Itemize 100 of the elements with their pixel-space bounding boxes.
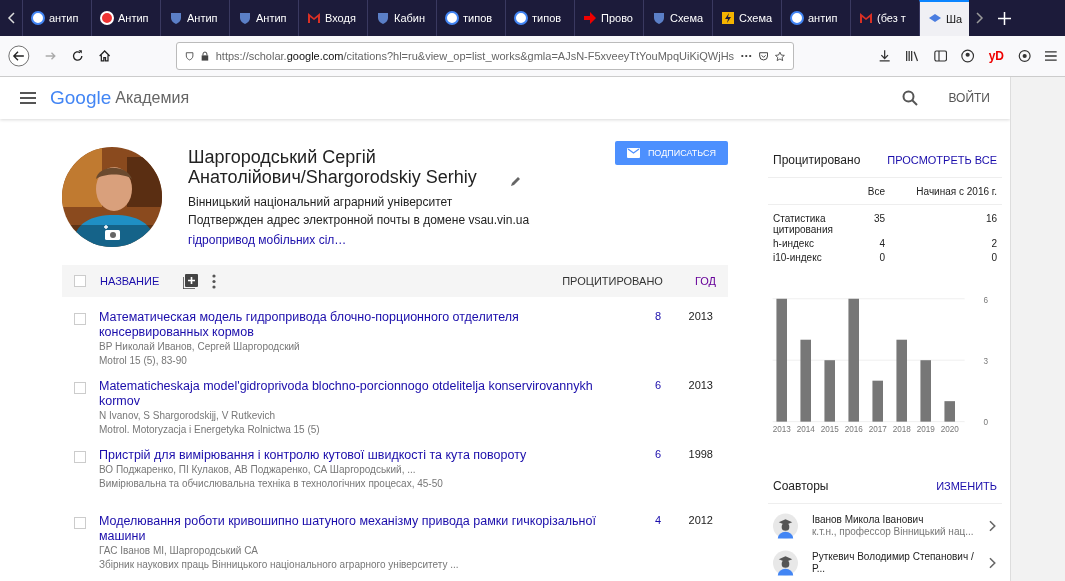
avatar-icon [773, 549, 798, 576]
article-year: 1998 [687, 448, 713, 462]
coauthor-item[interactable]: Руткевич Володимир Степанович / Р... [768, 541, 1002, 578]
chart-bar [920, 360, 931, 422]
tab-title: Антип [118, 12, 149, 24]
title-sort-link[interactable]: НАЗВАНИЕ [100, 275, 160, 287]
affiliation-text: Вінницький національний аграрний університет [188, 195, 454, 209]
article-venue: Збірник наукових праць Вінницького національного аграрного університету ... [99, 558, 460, 572]
cited-sort-link[interactable]: ПРОЦИТИРОВАНО [562, 275, 663, 287]
menu-icon[interactable] [20, 92, 36, 104]
cited-count-link[interactable]: 6 [609, 379, 661, 435]
year-sort-link[interactable]: ГОД [694, 275, 716, 287]
cited-count-link[interactable]: 6 [609, 448, 661, 501]
tab-title: Схема [670, 12, 704, 24]
tab-scroll-right-icon[interactable] [976, 12, 984, 24]
extension-icon[interactable] [1018, 48, 1032, 64]
select-all-checkbox[interactable] [74, 275, 86, 287]
favicon-icon [721, 11, 735, 25]
tab-title: типов [463, 12, 493, 24]
reload-icon[interactable] [71, 48, 85, 64]
stat-value: 16 [984, 213, 997, 226]
search-icon[interactable] [902, 90, 919, 106]
column-header: Начиная с 2016 г. [915, 185, 997, 197]
tab-title: Антип [187, 12, 218, 24]
article-authors: ВР Николай Иванов, Сергей Шаргородский [99, 340, 301, 354]
tab-title: Ша [946, 13, 963, 25]
back-icon[interactable] [8, 43, 30, 69]
row-checkbox[interactable] [74, 313, 86, 325]
account-icon[interactable] [961, 48, 975, 64]
tab-title: антип [49, 12, 79, 24]
chart-bar [824, 360, 835, 422]
article-venue: Вимірювальна та обчислювальна техніка в технологічних процесах, 45-50 [99, 477, 444, 491]
interest-link[interactable]: гідропривод мобільних сіл… [188, 233, 588, 247]
tab-title: Антип [256, 12, 287, 24]
extension-button[interactable]: yD [988, 49, 1004, 63]
shield-icon [184, 49, 194, 63]
chevron-right-icon [989, 556, 997, 569]
stat-value: 0 [990, 252, 997, 263]
favicon-icon [238, 11, 252, 25]
avatar-icon [773, 512, 798, 539]
cited-count-link[interactable]: 4 [609, 514, 661, 567]
address-bar[interactable]: https://scholar.google.com/citations?hl=ru&view_op=list_works&gmla=AJsN-F5xveeyTtYouMpqUiKiQWjHs [175, 42, 794, 70]
stat-label: i10-индекс [773, 252, 823, 263]
pocket-icon[interactable] [758, 49, 768, 63]
stat-value: 2 [990, 238, 997, 249]
coauthors-title: Соавторы [773, 479, 829, 493]
article-title-link[interactable]: Matematicheskaja model'gidroprivoda blochno-porcionnogo otdelitelja konservirovannykh kormov [99, 379, 609, 409]
tab-title: антип [808, 12, 838, 24]
tab-title: типов [532, 12, 562, 24]
article-year: 2012 [687, 514, 713, 528]
chart-bar [944, 401, 955, 422]
edit-link[interactable]: ИЗМЕНИТЬ [936, 480, 997, 492]
row-checkbox[interactable] [74, 517, 86, 529]
profile-name: Шаргородський Сергій Анатолійович/Shargorodskiy Serhiy [188, 147, 478, 187]
column-header: Все [866, 185, 885, 197]
stat-value: 0 [878, 252, 885, 263]
cited-by-title: Процитировано [773, 153, 861, 167]
article-venue: Motrol. Motoryzacja i Energetyka Rolnictwa 15 (5) [99, 423, 321, 437]
tab-scroll-left-icon[interactable] [7, 12, 15, 24]
google-logo[interactable]: Google [50, 87, 112, 109]
favicon-icon [169, 11, 183, 25]
favicon-icon [445, 11, 459, 25]
article-title-link[interactable]: Моделювання роботи кривошипно шатуного механізму привода рамки гичкорізальної машини [99, 514, 609, 544]
tab-title: Входя [325, 12, 356, 24]
url-text: https://scholar.google.com/citations?hl=ru&view_op=list_works&gmla=AJsN-F5xveeyTtYouMpqUiKiQWjHs [215, 50, 735, 62]
browser-tab[interactable]: Ша [919, 0, 969, 36]
mail-icon [626, 148, 640, 158]
chart-bar [872, 380, 883, 422]
sidebar-icon[interactable] [934, 48, 948, 64]
article-title-link[interactable]: Математическая модель гидропривода блочно-порционного отделителя консервированных кормов [99, 310, 609, 340]
favicon-icon [31, 11, 45, 25]
tab-title: Прово [601, 12, 633, 24]
library-icon[interactable] [905, 48, 920, 64]
new-tab-icon[interactable] [998, 11, 1011, 25]
favicon-icon [376, 11, 390, 25]
add-icon[interactable] [183, 273, 199, 289]
row-checkbox[interactable] [74, 382, 86, 394]
product-title: Академия [115, 89, 190, 107]
chevron-right-icon [989, 519, 997, 532]
favicon-icon [307, 11, 321, 25]
stat-value: 35 [872, 213, 885, 226]
login-link[interactable]: ВОЙТИ [948, 91, 990, 105]
cited-count-link[interactable]: 8 [609, 310, 661, 366]
add-photo-icon[interactable] [103, 225, 121, 241]
more-vert-icon[interactable] [212, 273, 217, 289]
stat-value: 4 [878, 238, 885, 249]
home-icon[interactable] [98, 48, 112, 64]
email-note: Подтвержден адрес электронной почты в домене vsau.vin.ua [188, 213, 531, 227]
more-icon[interactable] [741, 54, 752, 58]
article-authors: ГАС Іванов МІ, Шаргородський СА [99, 544, 259, 558]
row-checkbox[interactable] [74, 451, 86, 463]
pencil-icon[interactable] [510, 175, 522, 187]
download-icon[interactable] [877, 48, 891, 64]
tab-title: Схема [739, 12, 773, 24]
article-authors: ВО Поджаренко, ПІ Кулаков, АВ Поджаренко, СА Шаргородський, ... [99, 463, 417, 477]
article-title-link[interactable]: Пристрій для вимірювання і контролю кутової швидкості та кута повороту [99, 448, 609, 463]
article-year: 2013 [687, 379, 713, 393]
coauthor-item[interactable]: Іванов Микола Іванович к.т.н., профессор Вінницький нац... [768, 504, 1002, 541]
menu-icon[interactable] [1045, 50, 1057, 62]
view-all-link[interactable]: ПРОСМОТРЕТЬ ВСЕ [887, 154, 997, 166]
